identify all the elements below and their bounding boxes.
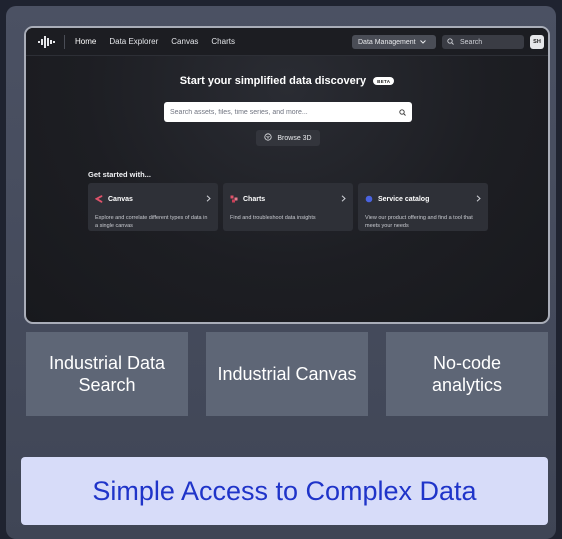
nav-item-charts[interactable]: Charts — [211, 37, 235, 46]
card-title: Canvas — [108, 195, 133, 203]
search-icon[interactable] — [399, 103, 406, 121]
nav-item-data-explorer[interactable]: Data Explorer — [109, 37, 158, 46]
nav-search-button[interactable]: Search — [442, 35, 524, 49]
card-description: Find and troubleshoot data insights — [230, 215, 316, 221]
card-service-catalog[interactable]: Service catalog View our product offerin… — [358, 183, 488, 231]
card-description: View our product offering and find a too… — [365, 215, 473, 229]
data-management-dropdown[interactable]: Data Management — [352, 35, 436, 49]
feature-industrial-canvas: Industrial Canvas — [206, 332, 368, 416]
avatar[interactable]: SH — [530, 35, 544, 49]
nav-item-home[interactable]: Home — [75, 37, 96, 46]
data-management-label: Data Management — [358, 38, 416, 46]
chevron-down-icon — [419, 39, 426, 46]
card-description: Explore and correlate different types of… — [95, 215, 208, 229]
chevron-right-icon — [476, 194, 481, 204]
main-search-box[interactable] — [164, 102, 412, 122]
logo-icon[interactable] — [38, 35, 56, 48]
browse-3d-label: Browse 3D — [277, 134, 312, 142]
search-input[interactable] — [170, 108, 370, 116]
page-title: Start your simplified data discovery — [179, 75, 367, 87]
chevron-right-icon — [206, 194, 211, 204]
card-charts[interactable]: Charts Find and troubleshoot data insigh… — [223, 183, 353, 231]
search-icon — [447, 37, 454, 47]
card-canvas[interactable]: Canvas Explore and correlate different t… — [88, 183, 218, 231]
beta-badge: BETA — [373, 77, 395, 85]
top-navigation-bar: Home Data Explorer Canvas Charts Data Ma… — [26, 28, 548, 56]
service-catalog-icon — [365, 190, 373, 208]
cube-icon — [264, 133, 272, 143]
nav-divider — [64, 34, 65, 49]
hero-heading: Start your simplified data discovery BET… — [26, 75, 548, 87]
get-started-heading: Get started with... — [88, 170, 151, 179]
chevron-right-icon — [341, 194, 346, 204]
feature-no-code-analytics: No-code analytics — [386, 332, 548, 416]
app-screenshot: Home Data Explorer Canvas Charts Data Ma… — [24, 26, 550, 324]
tagline-banner: Simple Access to Complex Data — [21, 457, 548, 525]
card-title: Service catalog — [378, 195, 430, 203]
card-title: Charts — [243, 195, 266, 203]
nav-search-label: Search — [460, 38, 483, 46]
nav-item-canvas[interactable]: Canvas — [171, 37, 198, 46]
browse-3d-button[interactable]: Browse 3D — [256, 130, 320, 146]
feature-industrial-data-search: Industrial Data Search — [26, 332, 188, 416]
charts-icon — [230, 190, 238, 208]
canvas-icon — [94, 190, 103, 208]
